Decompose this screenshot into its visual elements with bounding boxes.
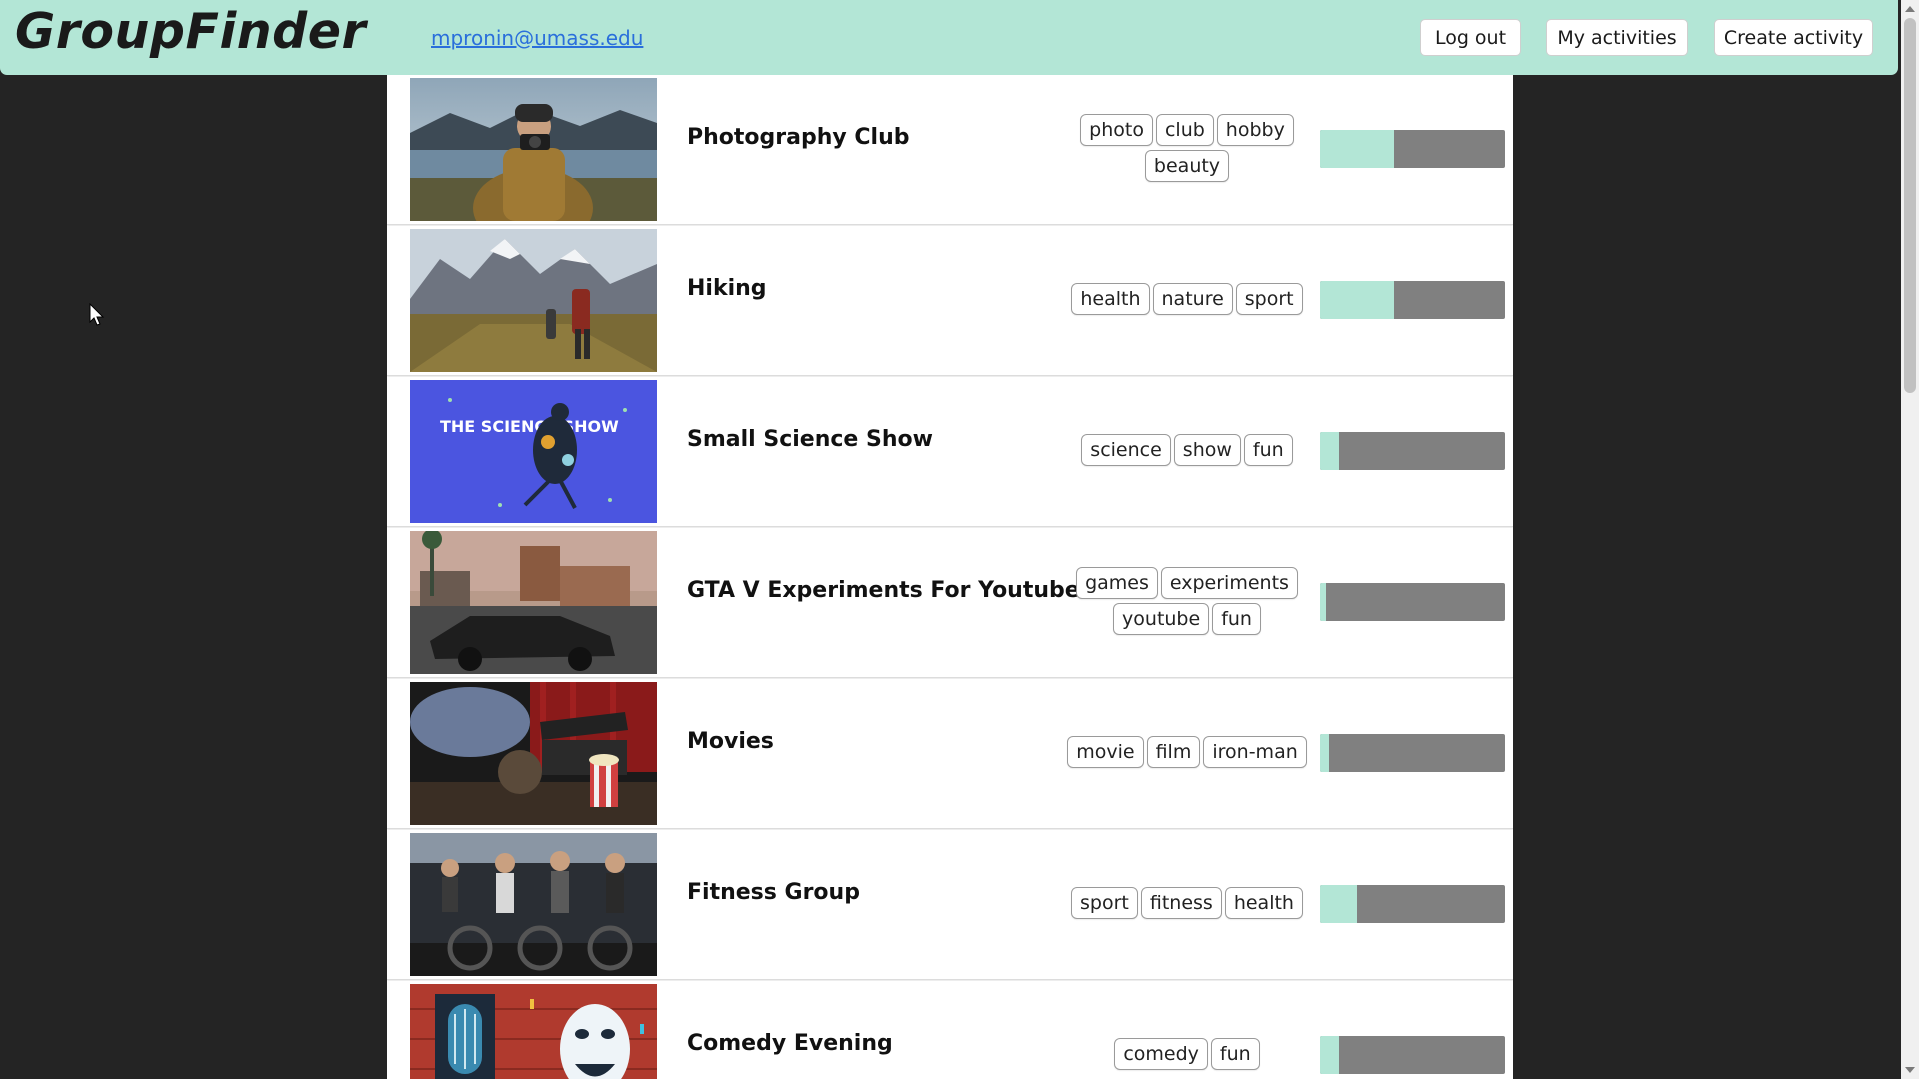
tag-beauty[interactable]: beauty [1144, 150, 1230, 182]
progress-fill [1320, 432, 1339, 470]
page-scrollbar[interactable] [1901, 0, 1919, 1079]
tag-health[interactable]: health [1071, 283, 1150, 315]
progress-fill [1320, 734, 1330, 772]
tag-sport[interactable]: sport [1235, 283, 1303, 315]
progress-fill [1320, 281, 1394, 319]
photographer-thumbnail-image[interactable] [410, 78, 657, 221]
activity-title[interactable]: Fitness Group [687, 880, 860, 905]
activity-title[interactable]: Hiking [687, 276, 767, 301]
participation-progress-bar [1320, 885, 1505, 923]
film-clapper-thumbnail-image[interactable] [410, 682, 657, 825]
activity-tags: sport fitness health [1047, 830, 1327, 976]
tag-games[interactable]: games [1076, 567, 1158, 599]
spin-class-thumbnail-image[interactable] [410, 833, 657, 976]
activity-title[interactable]: Small Science Show [687, 427, 933, 452]
tag-iron-man[interactable]: iron-man [1203, 736, 1307, 768]
activity-tags: science show fun [1047, 377, 1327, 523]
activity-tags: movie film iron-man [1047, 679, 1327, 825]
car-street-thumbnail-image[interactable] [410, 531, 657, 674]
user-email-link[interactable]: mpronin@umass.edu [431, 25, 643, 51]
activity-row-movies[interactable]: Movies movie film iron-man [387, 679, 1513, 829]
tag-movie[interactable]: movie [1067, 736, 1144, 768]
tag-fun[interactable]: fun [1210, 1038, 1260, 1070]
tag-fun[interactable]: fun [1212, 603, 1261, 635]
logout-button[interactable]: Log out [1420, 19, 1521, 56]
tag-health[interactable]: health [1224, 887, 1303, 919]
activity-title[interactable]: Comedy Evening [687, 1031, 893, 1056]
activity-row-small-science-show[interactable]: THE SCIENCE SHOW Small Science Show scie… [387, 377, 1513, 527]
top-header: GroupFinder mpronin@umass.edu Log out My… [0, 0, 1898, 75]
activity-row-photography-club[interactable]: Photography Club photo club hobby beauty [387, 75, 1513, 225]
science-poster-text: THE SCIENCE SHOW [440, 417, 619, 436]
activity-title[interactable]: Photography Club [687, 125, 909, 150]
tag-comedy[interactable]: comedy [1114, 1038, 1208, 1070]
activity-tags: health nature sport [1047, 226, 1327, 372]
participation-progress-bar [1320, 432, 1505, 470]
progress-fill [1320, 885, 1357, 923]
scroll-up-arrow-icon[interactable] [1905, 6, 1915, 12]
tag-fun[interactable]: fun [1243, 434, 1293, 466]
tag-fitness[interactable]: fitness [1140, 887, 1222, 919]
participation-progress-bar [1320, 281, 1505, 319]
tag-youtube[interactable]: youtube [1113, 603, 1210, 635]
tag-film[interactable]: film [1146, 736, 1201, 768]
tag-experiments[interactable]: experiments [1160, 567, 1298, 599]
tag-nature[interactable]: nature [1152, 283, 1233, 315]
scroll-down-arrow-icon[interactable] [1905, 1067, 1915, 1073]
scrollbar-thumb[interactable] [1904, 18, 1916, 393]
comedy-thumbnail-image[interactable] [410, 984, 657, 1079]
app-root: GroupFinder mpronin@umass.edu Log out My… [0, 0, 1919, 1079]
progress-fill [1320, 1036, 1339, 1074]
activity-title[interactable]: GTA V Experiments For Youtube [687, 578, 1080, 603]
tag-sport[interactable]: sport [1071, 887, 1138, 919]
tag-show[interactable]: show [1173, 434, 1241, 466]
activity-tags: comedy fun [1047, 981, 1327, 1079]
create-activity-button[interactable]: Create activity [1714, 19, 1873, 56]
progress-fill [1320, 583, 1326, 621]
activity-row-fitness-group[interactable]: Fitness Group sport fitness health [387, 830, 1513, 980]
activity-row-hiking[interactable]: Hiking health nature sport [387, 226, 1513, 376]
participation-progress-bar [1320, 1036, 1505, 1074]
progress-fill [1320, 130, 1394, 168]
activity-tags: games experiments youtube fun [1047, 528, 1327, 674]
tag-club[interactable]: club [1155, 114, 1214, 146]
science-show-thumbnail-image[interactable]: THE SCIENCE SHOW [410, 380, 657, 523]
activity-title[interactable]: Movies [687, 729, 774, 754]
participation-progress-bar [1320, 583, 1505, 621]
tag-science[interactable]: science [1081, 434, 1171, 466]
participation-progress-bar [1320, 130, 1505, 168]
mouse-cursor-icon [89, 303, 105, 326]
tag-photo[interactable]: photo [1080, 114, 1153, 146]
activity-row-gta-v-experiments[interactable]: GTA V Experiments For Youtube games expe… [387, 528, 1513, 678]
participation-progress-bar [1320, 734, 1505, 772]
activity-list: Photography Club photo club hobby beauty [387, 75, 1513, 1079]
activity-row-comedy-evening[interactable]: Comedy Evening comedy fun [387, 981, 1513, 1079]
tag-hobby[interactable]: hobby [1216, 114, 1294, 146]
my-activities-button[interactable]: My activities [1546, 19, 1688, 56]
hikers-thumbnail-image[interactable] [410, 229, 657, 372]
activity-tags: photo club hobby beauty [1047, 75, 1327, 221]
brand-logo[interactable]: GroupFinder [15, 2, 366, 62]
